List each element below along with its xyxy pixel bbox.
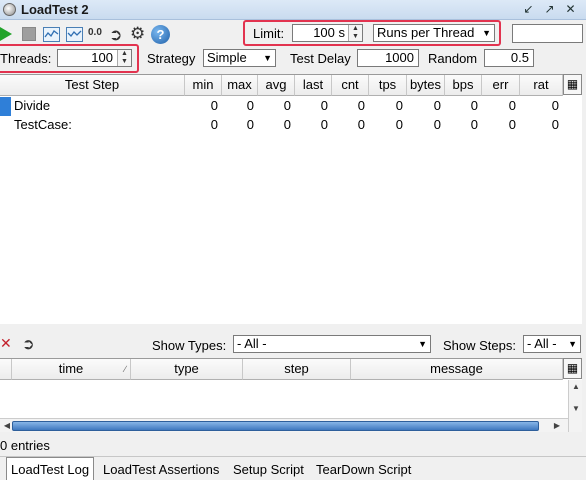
random-label: Random: [428, 51, 478, 66]
show-types-label: Show Types:: [152, 338, 227, 353]
show-types-dropdown[interactable]: - All - ▼: [233, 335, 431, 353]
table-cell: 0: [395, 117, 403, 132]
table-cell: 0: [551, 117, 559, 132]
chevron-down-icon[interactable]: ▼: [482, 25, 491, 41]
column-header-avg[interactable]: avg: [258, 75, 295, 96]
strategy-value: Simple: [207, 50, 247, 65]
tab-teardown-script[interactable]: TearDown Script: [316, 462, 411, 477]
column-header-min[interactable]: min: [185, 75, 222, 96]
column-header-message[interactable]: message: [351, 359, 563, 380]
export-icon[interactable]: ➲: [109, 25, 122, 45]
help-icon[interactable]: ?: [151, 25, 170, 44]
limit-stepper-arrows[interactable]: ▲ ▼: [348, 25, 362, 41]
limit-stepper[interactable]: 100 s ▲ ▼: [292, 24, 363, 42]
scroll-right-icon[interactable]: ▶: [550, 419, 564, 433]
entries-count: 0 entries: [0, 438, 50, 453]
column-header-bps[interactable]: bps: [445, 75, 482, 96]
table-cell: 0: [470, 117, 478, 132]
show-steps-dropdown[interactable]: - All - ▼: [523, 335, 581, 353]
tab-loadtest-assertions[interactable]: LoadTest Assertions: [103, 462, 219, 477]
test-step-cell: Divide: [14, 98, 51, 113]
column-header-max[interactable]: max: [222, 75, 258, 96]
column-header-test-step[interactable]: Test Step: [0, 75, 185, 96]
time-header-label: time: [58, 361, 84, 376]
table-cell: 0: [357, 98, 365, 113]
chevron-down-icon[interactable]: ▼: [418, 336, 427, 352]
limit-type-dropdown[interactable]: Runs per Thread ▼: [373, 24, 495, 42]
table-cell: 0: [210, 117, 218, 132]
statistics-graph-icon[interactable]: [43, 27, 60, 42]
test-step-cell: TestCase:: [14, 117, 72, 132]
strategy-dropdown[interactable]: Simple ▼: [203, 49, 276, 67]
table-cell: 0: [470, 98, 478, 113]
table-cell: 0: [320, 117, 328, 132]
table-cell: 0: [357, 117, 365, 132]
progress-field: [512, 24, 583, 43]
test-delay-input[interactable]: 1000: [357, 49, 419, 67]
scroll-thumb[interactable]: [12, 421, 539, 431]
restore-icon[interactable]: ↙: [520, 1, 537, 18]
column-header-time[interactable]: time ∕: [12, 359, 131, 380]
sort-icon[interactable]: ∕: [124, 359, 126, 379]
table-cell: 0: [283, 117, 291, 132]
scroll-up-icon[interactable]: ▲: [569, 380, 583, 394]
column-header-cnt[interactable]: cnt: [332, 75, 369, 96]
column-header-bytes[interactable]: bytes: [407, 75, 445, 96]
horizontal-scrollbar[interactable]: ◀ ▶: [0, 418, 568, 432]
chevron-down-icon[interactable]: ▼: [263, 50, 272, 66]
loadtest-icon: [3, 3, 16, 16]
threads-stepper[interactable]: 100 ▲ ▼: [57, 49, 132, 67]
column-header-last[interactable]: last: [295, 75, 332, 96]
run-icon[interactable]: [0, 27, 12, 41]
table-cell: 0: [433, 98, 441, 113]
column-header-tps[interactable]: tps: [369, 75, 407, 96]
show-types-value: - All -: [237, 336, 267, 351]
threads-label: Threads:: [0, 51, 52, 66]
table-cell: 0: [395, 98, 403, 113]
show-steps-label: Show Steps:: [443, 338, 516, 353]
clear-log-icon[interactable]: ✕: [0, 335, 12, 352]
chevron-down-icon[interactable]: ▼: [568, 336, 577, 352]
table-cell: 0: [433, 117, 441, 132]
limit-label: Limit:: [253, 26, 285, 41]
statistics-history-icon[interactable]: [66, 27, 83, 42]
column-header-rat[interactable]: rat: [520, 75, 563, 96]
column-chooser-icon[interactable]: ▦: [563, 74, 582, 95]
table-cell: 0: [508, 98, 516, 113]
table-cell: 0: [246, 117, 254, 132]
tab-setup-script[interactable]: Setup Script: [233, 462, 304, 477]
random-input[interactable]: 0.5: [484, 49, 534, 67]
table-cell: 0: [320, 98, 328, 113]
test-delay-label: Test Delay: [290, 51, 351, 66]
tab-loadtest-log[interactable]: LoadTest Log: [6, 457, 95, 480]
limit-value[interactable]: 100 s: [293, 25, 349, 41]
table-cell: 0: [283, 98, 291, 113]
table-cell: 0: [246, 98, 254, 113]
table-cell: 0: [551, 98, 559, 113]
export-log-icon[interactable]: ➲: [22, 335, 35, 353]
cancel-icon[interactable]: [22, 27, 36, 41]
limit-type-value: Runs per Thread: [377, 25, 475, 40]
expand-icon[interactable]: ↗: [541, 1, 558, 18]
table-cell: 0: [508, 117, 516, 132]
scroll-down-icon[interactable]: ▼: [569, 402, 583, 416]
column-chooser-icon[interactable]: ▦: [563, 358, 582, 379]
column-header-err[interactable]: err: [482, 75, 520, 96]
column-header-type[interactable]: type: [131, 359, 243, 380]
close-icon[interactable]: ✕: [562, 1, 579, 18]
show-steps-value: - All -: [527, 336, 557, 351]
threads-stepper-arrows[interactable]: ▲ ▼: [117, 50, 131, 66]
vertical-scrollbar[interactable]: ▲ ▼: [568, 380, 582, 432]
column-header-marker[interactable]: [0, 359, 12, 380]
window-title: LoadTest 2: [21, 2, 89, 17]
threads-value[interactable]: 100: [58, 50, 117, 66]
row-selection-marker: [0, 97, 11, 116]
column-header-step[interactable]: step: [243, 359, 351, 380]
table-cell: 0: [210, 98, 218, 113]
statistics-table: Test Step min max avg last cnt tps bytes…: [0, 74, 582, 324]
options-gear-icon[interactable]: ⚙: [130, 24, 145, 44]
reset-stats-icon[interactable]: 0.0: [88, 27, 102, 38]
strategy-label: Strategy: [147, 51, 196, 66]
